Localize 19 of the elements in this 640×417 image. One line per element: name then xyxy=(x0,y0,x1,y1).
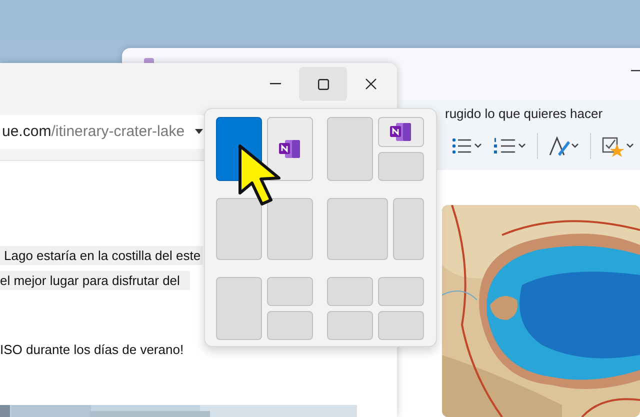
address-bar[interactable]: ue.com/itinerary-crater-lake xyxy=(0,114,207,148)
dropdown-icon[interactable] xyxy=(194,129,203,134)
numbered-list-icon[interactable] xyxy=(493,136,527,156)
minimize-icon[interactable] xyxy=(631,70,640,72)
close-icon xyxy=(365,78,377,90)
snap-zone[interactable] xyxy=(378,117,424,146)
paragraph-text: Lago estaría en la costilla del este xyxy=(0,246,203,265)
notebook-app-icon xyxy=(390,122,412,142)
checkbox-star-icon[interactable] xyxy=(601,135,635,157)
notebook-app-icon xyxy=(279,139,301,159)
maximize-icon xyxy=(318,78,328,90)
paragraph-text: el mejor lugar para disfrutar del xyxy=(0,271,190,290)
paragraph-text: ISO durante los días de verano! xyxy=(0,341,185,359)
maximize-button[interactable] xyxy=(299,67,347,101)
minimize-icon xyxy=(270,83,280,85)
bullet-list-icon[interactable] xyxy=(451,136,483,156)
pen-icon[interactable] xyxy=(548,135,580,157)
snap-zone[interactable] xyxy=(267,117,313,181)
search-hint[interactable]: rugido lo que quieres hacer xyxy=(445,100,640,121)
